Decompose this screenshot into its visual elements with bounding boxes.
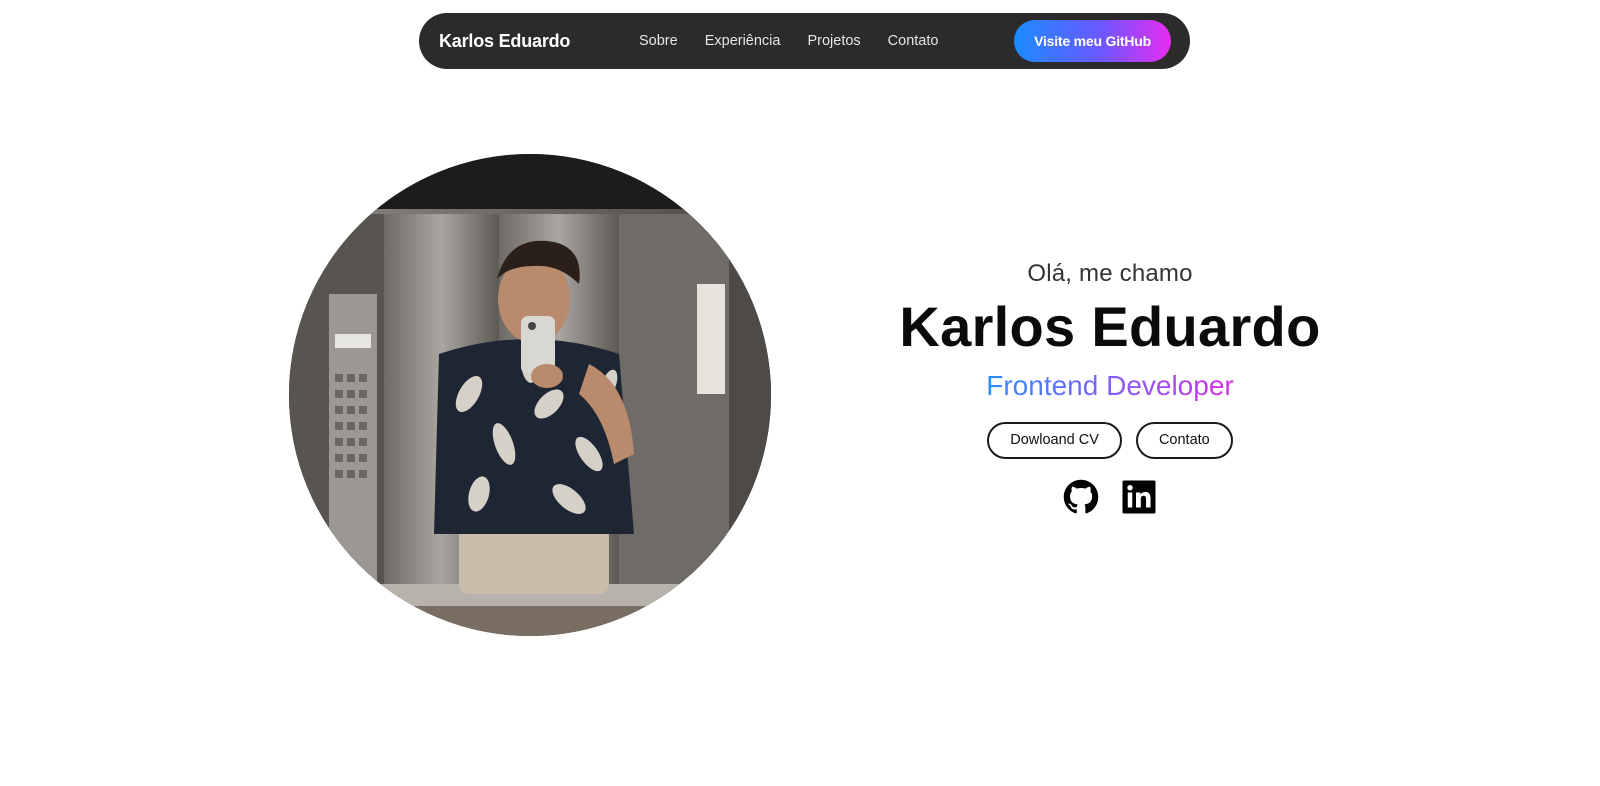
download-cv-button[interactable]: Dowloand CV [987,421,1122,459]
contact-button[interactable]: Contato [1135,421,1233,459]
social-links [850,479,1370,515]
nav-link-contato[interactable]: Contato [888,33,939,49]
profile-photo [289,154,771,636]
greeting-text: Olá, me chamo [1027,260,1193,287]
github-icon[interactable] [1063,479,1099,515]
brand-logo[interactable]: Karlos Eduardo [439,31,639,52]
nav-links: Sobre Experiência Projetos Contato [639,33,965,49]
github-button[interactable]: Visite meu GitHub [1014,20,1171,62]
hero-actions: Dowloand CV Contato [850,421,1370,459]
linkedin-icon[interactable] [1121,479,1157,515]
hero-intro: Olá, me chamo Karlos Eduardo Frontend De… [850,260,1370,515]
nav-link-sobre[interactable]: Sobre [639,33,678,49]
navbar: Karlos Eduardo Sobre Experiência Projeto… [419,13,1190,69]
nav-link-experiencia[interactable]: Experiência [705,33,781,49]
role-title: Frontend Developer [986,369,1234,401]
hero-name: Karlos Eduardo [899,295,1321,358]
nav-link-projetos[interactable]: Projetos [807,33,860,49]
